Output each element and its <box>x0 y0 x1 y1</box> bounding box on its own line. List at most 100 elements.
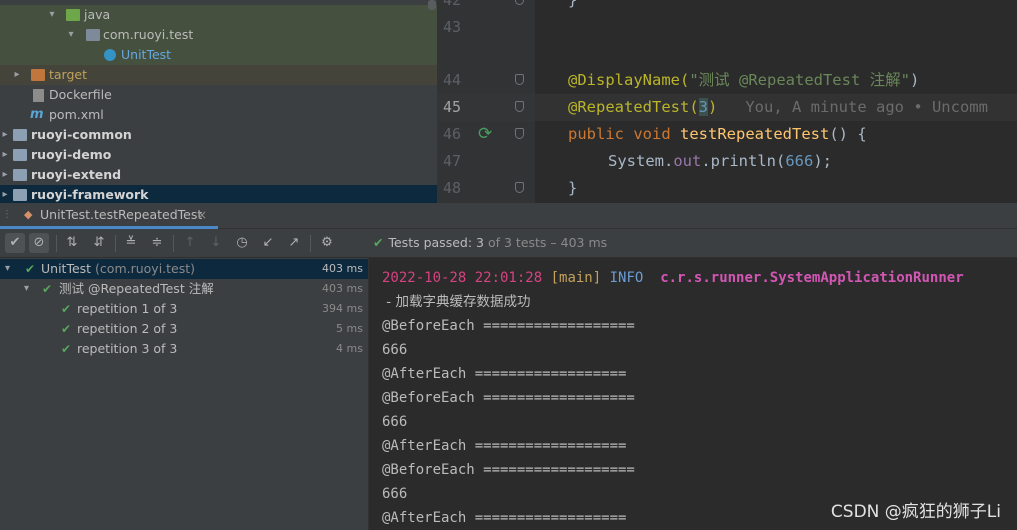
code-text: @RepeatedTest(3) You, A minute ago • Unc… <box>568 98 988 116</box>
line-number: 45 <box>442 98 461 116</box>
folder-green-icon <box>66 9 80 21</box>
tree-item-pom[interactable]: m pom.xml <box>0 105 437 125</box>
test-status: ✔ Tests passed: 3 of 3 tests – 403 ms <box>373 235 608 250</box>
code-text: } <box>568 0 578 9</box>
log-line: @BeforeEach ================== <box>382 462 635 478</box>
fold-icon[interactable] <box>515 74 524 85</box>
tree-item-label: ruoyi-extend <box>31 167 122 182</box>
show-ignored-icon[interactable]: ⊘ <box>29 233 49 253</box>
prev-failed-icon[interactable]: ↑ <box>180 233 200 253</box>
test-row-root[interactable]: ▾ ✔ UnitTest (com.ruoyi.test) 403 ms <box>0 259 368 279</box>
export-tests-icon[interactable]: ↗ <box>284 233 304 253</box>
sort-duration-icon[interactable]: ⇵ <box>89 233 109 253</box>
import-tests-icon[interactable]: ↙ <box>258 233 278 253</box>
tree-item-label: target <box>49 67 88 82</box>
history-icon[interactable]: ◷ <box>232 233 252 253</box>
chevron-down-icon[interactable]: ▾ <box>5 259 10 279</box>
module-folder-icon <box>13 189 27 201</box>
log-line: @AfterEach ================== <box>382 366 627 382</box>
chevron-right-icon[interactable]: ▸ <box>0 185 10 203</box>
project-tree-panel: ▾ java ▾ com.ruoyi.test UnitTest ▸ targe… <box>0 0 437 203</box>
code-text: } <box>568 179 578 197</box>
chevron-down-icon[interactable]: ▾ <box>66 25 76 45</box>
settings-icon[interactable]: ⚙ <box>317 233 337 253</box>
tree-scrollbar[interactable] <box>428 0 436 10</box>
fold-icon[interactable] <box>515 182 524 193</box>
chevron-right-icon[interactable]: ▸ <box>12 65 22 85</box>
tree-item-ruoyi-framework[interactable]: ▸ ruoyi-framework <box>0 185 437 203</box>
run-config-icon: ◆ <box>24 208 33 221</box>
log-line-message: - 加载字典缓存数据成功 <box>382 294 531 310</box>
expand-all-icon[interactable]: ≚ <box>121 233 141 253</box>
test-duration: 403 ms <box>322 262 363 275</box>
passed-check-icon: ✔ <box>61 342 72 356</box>
console-output[interactable]: 2022-10-28 22:01:28 [main] INFO c.r.s.ru… <box>369 258 1017 530</box>
class-icon <box>104 49 116 61</box>
line-number: 47 <box>442 152 461 170</box>
git-blame-hint: You, A minute ago • Uncomm <box>745 98 988 116</box>
run-toolbar: ✔ ⊘ ⇅ ⇵ ≚ ≑ ↑ ↓ ◷ ↙ ↗ ⚙ ✔ Tests passed: 3… <box>0 229 1017 258</box>
chevron-right-icon[interactable]: ▸ <box>0 145 10 165</box>
code-text: System.out.println(666); <box>608 152 832 170</box>
sort-alpha-icon[interactable]: ⇅ <box>62 233 82 253</box>
module-folder-icon <box>13 129 27 141</box>
code-line-current: 45 @RepeatedTest(3) You, A minute ago • … <box>437 94 1017 121</box>
close-icon[interactable]: × <box>197 203 207 227</box>
passed-check-icon: ✔ <box>61 322 72 336</box>
tree-item-package[interactable]: ▾ com.ruoyi.test <box>0 25 437 45</box>
code-text: @DisplayName("测试 @RepeatedTest 注解") <box>568 71 920 89</box>
tab-label: UnitTest.testRepeatedTest <box>40 207 203 222</box>
log-line: @AfterEach ================== <box>382 438 627 454</box>
log-line: @BeforeEach ================== <box>382 318 635 334</box>
module-folder-icon <box>13 149 27 161</box>
test-row-method[interactable]: ▾ ✔ 测试 @RepeatedTest 注解 403 ms <box>0 279 368 299</box>
chevron-right-icon[interactable]: ▸ <box>0 165 10 185</box>
code-line: 47 System.out.println(666); <box>437 148 1017 175</box>
maven-icon: m <box>30 107 44 122</box>
test-results-tree: ▾ ✔ UnitTest (com.ruoyi.test) 403 ms ▾ ✔… <box>0 258 369 530</box>
code-editor[interactable]: 42 } 43 44 @DisplayName("测试 @RepeatedTes… <box>437 0 1017 203</box>
tree-item-ruoyi-extend[interactable]: ▸ ruoyi-extend <box>0 165 437 185</box>
tree-item-java[interactable]: ▾ java <box>0 5 437 25</box>
line-number: 42 <box>442 0 461 9</box>
module-folder-icon <box>13 169 27 181</box>
tree-item-target[interactable]: ▸ target <box>0 65 437 85</box>
tree-item-dockerfile[interactable]: Dockerfile <box>0 85 437 105</box>
run-test-icon[interactable]: ⟳ <box>478 125 492 143</box>
tree-item-ruoyi-common[interactable]: ▸ ruoyi-common <box>0 125 437 145</box>
passed-check-icon: ✔ <box>25 262 36 276</box>
run-tab-bar: ⋮ ◆ UnitTest.testRepeatedTest × <box>0 203 1017 229</box>
code-line: 46 ⟳ public void testRepeatedTest() { <box>437 121 1017 148</box>
passed-check-icon: ✔ <box>373 235 384 250</box>
tree-item-unittest[interactable]: UnitTest <box>0 45 437 65</box>
test-row-repetition[interactable]: ✔ repetition 1 of 3 394 ms <box>0 299 368 319</box>
log-line-header: 2022-10-28 22:01:28 [main] INFO c.r.s.ru… <box>382 270 964 286</box>
fold-icon[interactable] <box>515 101 524 112</box>
code-line: 43 <box>437 14 1017 41</box>
test-duration: 5 ms <box>336 322 363 335</box>
folder-orange-icon <box>31 69 45 81</box>
log-line: 666 <box>382 486 408 502</box>
log-line: 666 <box>382 342 408 358</box>
test-duration: 403 ms <box>322 282 363 295</box>
chevron-down-icon[interactable]: ▾ <box>24 279 29 299</box>
file-icon <box>33 89 44 102</box>
fold-icon[interactable] <box>515 128 524 139</box>
collapse-all-icon[interactable]: ≑ <box>147 233 167 253</box>
tab-run-config[interactable]: ◆ UnitTest.testRepeatedTest × <box>0 203 218 229</box>
tree-item-label: Dockerfile <box>49 87 112 102</box>
tree-item-label: UnitTest <box>121 47 172 62</box>
test-row-repetition[interactable]: ✔ repetition 2 of 3 5 ms <box>0 319 368 339</box>
package-icon <box>86 29 100 41</box>
chevron-right-icon[interactable]: ▸ <box>0 125 10 145</box>
tree-item-ruoyi-demo[interactable]: ▸ ruoyi-demo <box>0 145 437 165</box>
next-failed-icon[interactable]: ↓ <box>206 233 226 253</box>
log-line: @BeforeEach ================== <box>382 390 635 406</box>
code-line: 44 @DisplayName("测试 @RepeatedTest 注解") <box>437 67 1017 94</box>
tree-item-label: com.ruoyi.test <box>103 27 194 42</box>
passed-check-icon: ✔ <box>61 302 72 316</box>
test-row-repetition[interactable]: ✔ repetition 3 of 3 4 ms <box>0 339 368 359</box>
show-passed-icon[interactable]: ✔ <box>5 233 25 253</box>
chevron-down-icon[interactable]: ▾ <box>47 5 57 25</box>
test-duration: 394 ms <box>322 302 363 315</box>
